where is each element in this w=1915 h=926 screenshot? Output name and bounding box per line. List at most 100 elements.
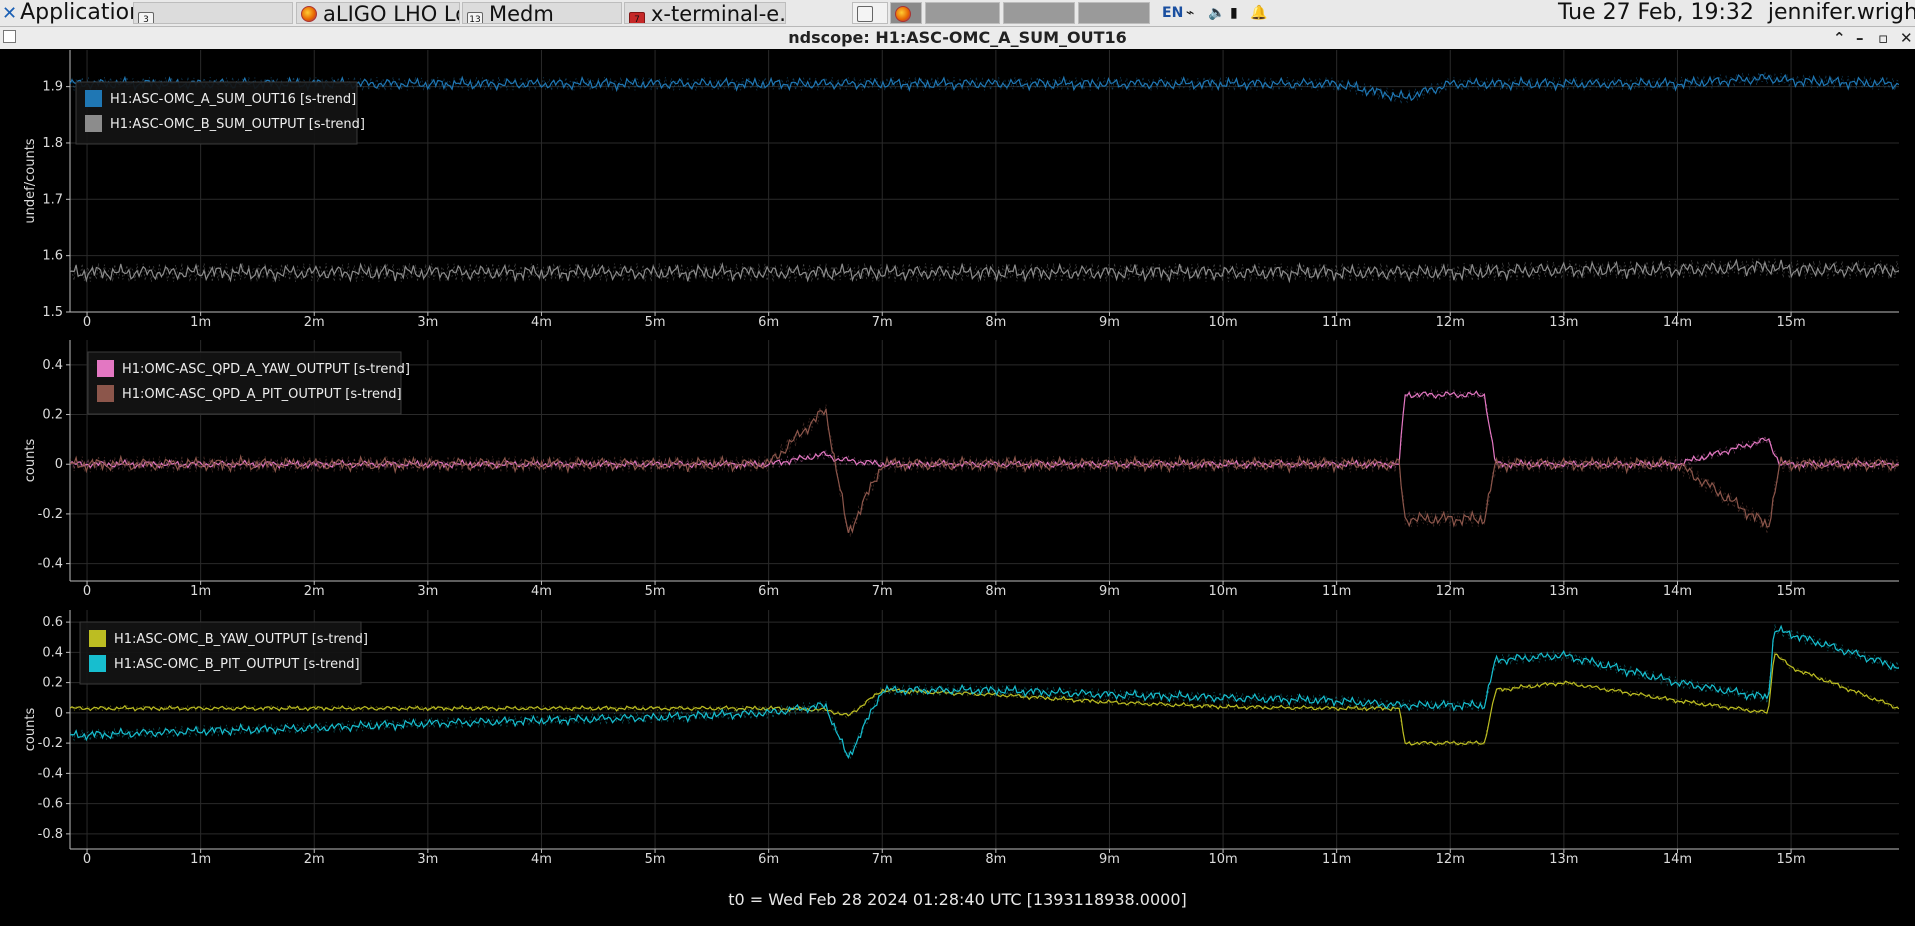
legend-swatch bbox=[97, 360, 114, 377]
x-tick-label: 11m bbox=[1322, 584, 1351, 599]
x-tick-label: 5m bbox=[645, 315, 666, 330]
task-label: x-terminal-e... bbox=[651, 2, 786, 24]
legend-swatch bbox=[85, 115, 102, 132]
shade-icon[interactable]: ⌃ bbox=[1833, 27, 1846, 49]
user-name: jennifer.wright bbox=[1767, 0, 1915, 25]
x-tick-label: 10m bbox=[1208, 852, 1237, 867]
workspace-3[interactable] bbox=[925, 2, 1000, 24]
x-tick-label: 13m bbox=[1549, 315, 1578, 330]
legend[interactable]: H1:ASC-OMC_B_YAW_OUTPUT [s-trend] H1:ASC-… bbox=[79, 621, 368, 685]
x-tick-label: 14m bbox=[1663, 852, 1692, 867]
workspace-4[interactable] bbox=[1003, 2, 1075, 24]
y-axis-label: counts bbox=[23, 439, 38, 483]
workspace-5[interactable] bbox=[1078, 2, 1150, 24]
terminal-icon: 7 bbox=[629, 12, 645, 23]
y-tick-label: 0.4 bbox=[42, 645, 63, 660]
close-icon[interactable]: ✕ bbox=[1900, 27, 1913, 49]
clock[interactable]: Tue 27 Feb, 19:32 jennifer.wright bbox=[1558, 0, 1915, 26]
x-tick-label: 9m bbox=[1099, 584, 1120, 599]
maximize-icon[interactable]: ▫ bbox=[1878, 27, 1888, 49]
x-tick-label: 7m bbox=[872, 852, 893, 867]
x-tick-label: 3m bbox=[417, 584, 438, 599]
series-envelope bbox=[70, 404, 1899, 537]
x-tick-label: 5m bbox=[645, 584, 666, 599]
task-label: Medm bbox=[489, 2, 554, 24]
y-tick-label: -0.8 bbox=[38, 827, 63, 842]
x-tick-label: 6m bbox=[758, 584, 779, 599]
applications-menu[interactable]: ✕ Applications bbox=[2, 0, 154, 26]
x-tick-label: 11m bbox=[1322, 315, 1351, 330]
x-tick-label: 10m bbox=[1208, 584, 1237, 599]
minimize-icon[interactable]: – bbox=[1856, 27, 1864, 49]
task-medm[interactable]: 13 Medm bbox=[462, 2, 622, 24]
x-tick-label: 12m bbox=[1436, 584, 1465, 599]
x-tick-label: 7m bbox=[872, 315, 893, 330]
legend-entry: H1:ASC-OMC_A_SUM_OUT16 [s-trend] bbox=[110, 92, 356, 107]
x-tick-label: 3m bbox=[417, 852, 438, 867]
x-tick-label: 8m bbox=[985, 852, 1006, 867]
y-tick-label: -0.2 bbox=[38, 507, 63, 522]
network-icon[interactable]: ⌁ bbox=[1186, 0, 1194, 26]
workspace-2[interactable] bbox=[890, 2, 922, 24]
x-tick-label: 3m bbox=[417, 315, 438, 330]
legend-swatch bbox=[89, 630, 106, 647]
y-tick-label: -0.4 bbox=[38, 766, 63, 781]
volume-icon[interactable]: 🔈 bbox=[1208, 0, 1225, 26]
y-tick-label: 1.5 bbox=[42, 305, 63, 320]
legend-entry: H1:ASC-OMC_B_YAW_OUTPUT [s-trend] bbox=[114, 632, 368, 647]
task-window-1[interactable]: 3 bbox=[133, 2, 293, 24]
x-tick-label: 4m bbox=[531, 852, 552, 867]
y-tick-label: -0.6 bbox=[38, 797, 63, 812]
x-tick-label: 11m bbox=[1322, 852, 1351, 867]
window-icon: 13 bbox=[467, 12, 483, 23]
legend-entry: H1:ASC-OMC_B_SUM_OUTPUT [s-trend] bbox=[110, 117, 365, 132]
window-menu-icon[interactable] bbox=[3, 30, 16, 43]
plots-area: 0 1m 2m 3m 4m 5m 6m 7m 8m 9m 10m 11m 12m 13m 14m 15m 1.5… bbox=[23, 50, 1899, 867]
plot-qpd-a[interactable]: 0 1m 2m 3m 4m 5m 6m 7m 8m 9m 10m 11m 12m 13m 14m 15m -0.… bbox=[23, 340, 1899, 599]
x-tick-label: 2m bbox=[304, 584, 325, 599]
legend[interactable]: H1:OMC-ASC_QPD_A_YAW_OUTPUT [s-trend] H1:… bbox=[87, 351, 410, 415]
window-icon: 3 bbox=[138, 12, 154, 23]
xfce-icon: ✕ bbox=[2, 3, 18, 24]
x-tick-label: 6m bbox=[758, 315, 779, 330]
y-tick-label: 1.7 bbox=[42, 192, 63, 207]
language-indicator[interactable]: EN bbox=[1162, 0, 1183, 26]
x-tick-label: 1m bbox=[190, 315, 211, 330]
y-tick-label: 1.9 bbox=[42, 80, 63, 95]
y-axis-label: counts bbox=[23, 708, 38, 752]
legend-entry: H1:OMC-ASC_QPD_A_YAW_OUTPUT [s-trend] bbox=[122, 362, 410, 377]
y-tick-label: 0 bbox=[55, 706, 63, 721]
x-tick-label: 14m bbox=[1663, 584, 1692, 599]
t0-footer: t0 = Wed Feb 28 2024 01:28:40 UTC [13931… bbox=[728, 890, 1187, 909]
x-tick-label: 8m bbox=[985, 315, 1006, 330]
window-icon bbox=[857, 6, 873, 22]
y-tick-label: 1.6 bbox=[42, 249, 63, 264]
firefox-icon bbox=[895, 6, 911, 22]
x-tick-label: 4m bbox=[531, 584, 552, 599]
plot-omc-b[interactable]: 0 1m 2m 3m 4m 5m 6m 7m 8m 9m 10m 11m 12m 13m 14m 15m -0.… bbox=[23, 610, 1899, 867]
legend-entry: H1:ASC-OMC_B_PIT_OUTPUT [s-trend] bbox=[114, 657, 360, 672]
x-tick-label: 7m bbox=[872, 584, 893, 599]
y-tick-label: 1.8 bbox=[42, 136, 63, 151]
x-tick-label: 9m bbox=[1099, 852, 1120, 867]
y-tick-label: -0.2 bbox=[38, 736, 63, 751]
window-title: ndscope: H1:ASC-OMC_A_SUM_OUT16 bbox=[788, 28, 1127, 47]
x-tick-label: 9m bbox=[1099, 315, 1120, 330]
x-tick-label: 5m bbox=[645, 852, 666, 867]
task-label: aLIGO LHO Lo... bbox=[323, 2, 459, 24]
task-terminal[interactable]: 7 x-terminal-e... bbox=[624, 2, 786, 24]
battery-icon[interactable]: ▮ bbox=[1230, 0, 1238, 26]
legend[interactable]: H1:ASC-OMC_A_SUM_OUT16 [s-trend] H1:ASC-O… bbox=[75, 81, 365, 145]
y-tick-label: 0.2 bbox=[42, 676, 63, 691]
workspace-1[interactable] bbox=[852, 2, 888, 24]
x-tick-label: 12m bbox=[1436, 315, 1465, 330]
plot-sum[interactable]: 0 1m 2m 3m 4m 5m 6m 7m 8m 9m 10m 11m 12m 13m 14m 15m 1.5… bbox=[23, 50, 1899, 330]
x-tick-label: 15m bbox=[1776, 315, 1805, 330]
x-tick-label: 13m bbox=[1549, 584, 1578, 599]
task-firefox-alog[interactable]: aLIGO LHO Lo... bbox=[296, 2, 460, 24]
notification-bell-icon[interactable]: 🔔 bbox=[1250, 0, 1267, 26]
x-tick-label: 8m bbox=[985, 584, 1006, 599]
firefox-icon bbox=[301, 6, 317, 22]
x-tick-label: 0 bbox=[83, 315, 91, 330]
legend-swatch bbox=[89, 655, 106, 672]
